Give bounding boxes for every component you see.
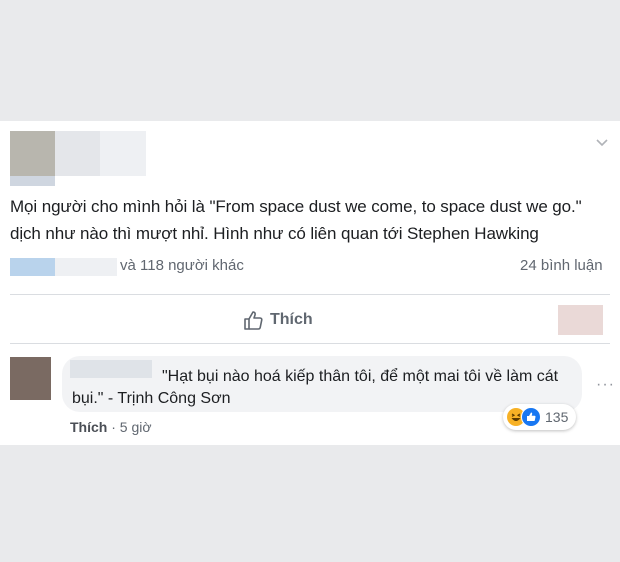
reaction-names-redacted[interactable] bbox=[10, 258, 55, 276]
commenter-avatar[interactable] bbox=[10, 357, 51, 400]
share-button-redacted[interactable] bbox=[558, 305, 603, 335]
comment-like-button[interactable]: Thích bbox=[70, 419, 107, 435]
chevron-down-icon[interactable] bbox=[594, 136, 610, 150]
divider-top bbox=[10, 294, 610, 295]
comment-meta: Thích · 5 giờ bbox=[70, 419, 152, 435]
divider-bottom bbox=[10, 343, 610, 344]
post-body: Mọi người cho mình hỏi là "From space du… bbox=[10, 197, 582, 243]
like-button[interactable]: Thích bbox=[242, 308, 313, 332]
comments-count[interactable]: 24 bình luận bbox=[520, 257, 603, 274]
comment-time[interactable]: 5 giờ bbox=[120, 419, 152, 435]
author-avatar-lower bbox=[10, 176, 55, 186]
thumbs-up-icon bbox=[244, 311, 263, 330]
like-reaction-icon bbox=[521, 407, 541, 427]
comment-text: "Hạt bụi nào hoá kiếp thân tôi, để một m… bbox=[62, 366, 582, 410]
reaction-names-redacted-2[interactable] bbox=[55, 258, 117, 276]
comment-meta-separator: · bbox=[111, 419, 116, 435]
like-button-label: Thích bbox=[270, 311, 313, 328]
reaction-count: 135 bbox=[545, 409, 569, 425]
comment-body: "Hạt bụi nào hoá kiếp thân tôi, để một m… bbox=[72, 368, 559, 407]
reactions-summary[interactable]: và 118 người khác bbox=[120, 257, 244, 274]
comment-reactions[interactable]: 135 bbox=[503, 404, 577, 430]
more-options-icon[interactable]: ··· bbox=[596, 376, 615, 394]
author-meta-redacted bbox=[100, 131, 146, 176]
author-avatar[interactable] bbox=[10, 131, 55, 176]
author-name-redacted[interactable] bbox=[55, 131, 100, 176]
